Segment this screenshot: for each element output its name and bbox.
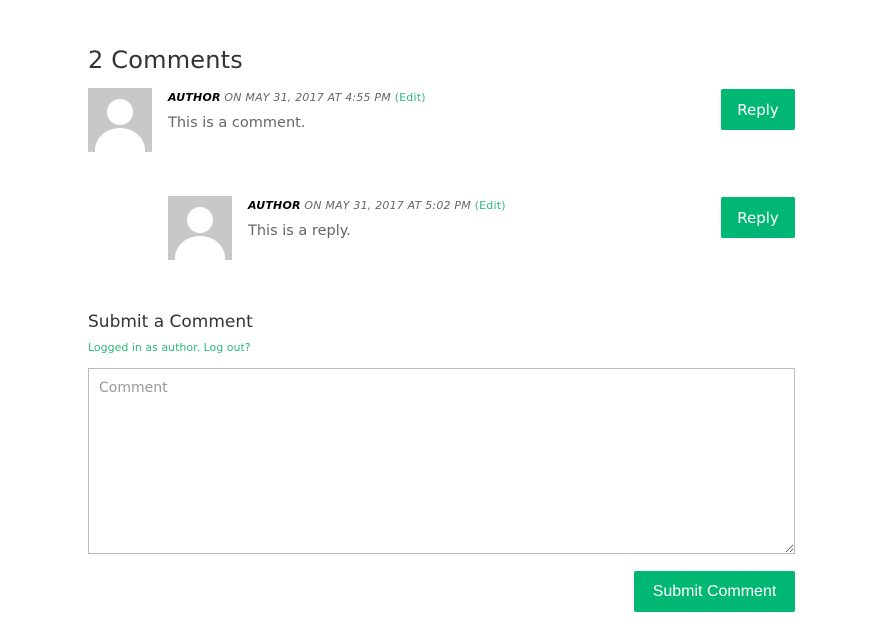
comment-date[interactable]: ON MAY 31, 2017 AT 4:55 PM: [224, 91, 391, 104]
comment-textarea[interactable]: [88, 368, 795, 554]
reply-button[interactable]: Reply: [721, 89, 795, 130]
comment-date[interactable]: ON MAY 31, 2017 AT 5:02 PM: [304, 199, 471, 212]
edit-link[interactable]: (Edit): [475, 199, 506, 212]
comment-author[interactable]: AUTHOR: [248, 199, 301, 212]
comments-page: 2 Comments AUTHOR ON MAY 31, 2017 AT 4:5…: [0, 0, 880, 640]
reply-button[interactable]: Reply: [721, 197, 795, 238]
edit-link[interactable]: (Edit): [395, 91, 426, 104]
comments-title: 2 Comments: [88, 46, 243, 74]
logged-in-author-link[interactable]: Logged in as author.: [88, 341, 200, 354]
submit-comment-button[interactable]: Submit Comment: [634, 571, 795, 612]
comment-item: AUTHOR ON MAY 31, 2017 AT 4:55 PM (Edit)…: [88, 88, 795, 152]
respond-title: Submit a Comment: [88, 312, 253, 332]
logout-link[interactable]: Log out?: [204, 341, 251, 354]
comment-meta: AUTHOR ON MAY 31, 2017 AT 5:02 PM (Edit): [248, 199, 506, 212]
default-avatar-icon: [168, 196, 232, 260]
comment-text: This is a reply.: [248, 223, 351, 239]
comment-meta: AUTHOR ON MAY 31, 2017 AT 4:55 PM (Edit): [168, 91, 426, 104]
logged-in-as: Logged in as author. Log out?: [88, 341, 251, 354]
default-avatar-icon: [88, 88, 152, 152]
comment-text: This is a comment.: [168, 115, 306, 131]
comment-reply-item: AUTHOR ON MAY 31, 2017 AT 5:02 PM (Edit)…: [168, 196, 795, 260]
comment-author[interactable]: AUTHOR: [168, 91, 221, 104]
